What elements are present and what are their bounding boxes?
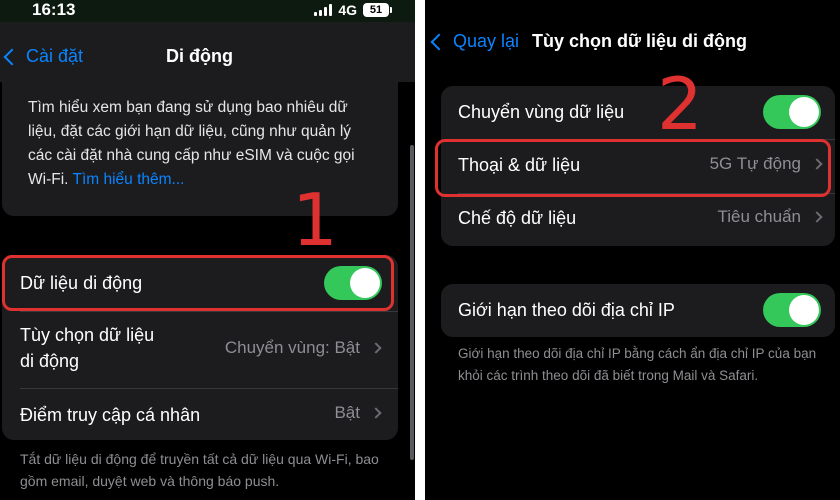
data-options-value-text: Chuyển vùng: Bật — [224, 338, 360, 357]
data-options-label-2: di động — [20, 351, 80, 371]
status-time: 16:13 — [32, 0, 76, 19]
data-mode-value: Tiêu chuẩn — [717, 207, 823, 227]
back-label: Quay lại — [453, 31, 520, 51]
ip-limit-footnote: Giới hạn theo dõi địa chỉ IP bằng cách ẩ… — [458, 346, 817, 383]
hotspot-value-text: Bật — [334, 403, 360, 422]
data-options-row[interactable]: Tùy chọn dữ liệu di động Chuyển vùng: Bậ… — [2, 312, 398, 388]
chevron-right-icon — [811, 211, 823, 223]
annotation-highlight — [2, 255, 394, 311]
back-button[interactable]: Quay lại — [430, 31, 520, 52]
toggle-knob — [789, 295, 819, 325]
back-button[interactable]: Cài đặt — [3, 46, 84, 67]
hotspot-row[interactable]: Điểm truy cập cá nhân Bật — [2, 389, 398, 440]
scroll-indicator — [410, 145, 414, 460]
status-indicators: 4G 51 — [314, 2, 392, 18]
left-screenshot: 16:13 4G 51 Cài đặt Di động Tìm hiểu xem… — [0, 0, 415, 500]
page-title: Di động — [166, 46, 233, 66]
chevron-left-icon — [430, 33, 448, 50]
network-type: 4G — [338, 2, 357, 18]
data-options-label-1: Tùy chọn dữ liệu — [20, 325, 155, 345]
annotation-number: 2 — [657, 62, 703, 146]
status-bar: 16:13 4G 51 — [0, 0, 415, 22]
ip-limit-row[interactable]: Giới hạn theo dõi địa chỉ IP — [441, 284, 835, 337]
ip-limit-label: Giới hạn theo dõi địa chỉ IP — [458, 300, 675, 320]
ip-limit-toggle[interactable] — [763, 293, 821, 327]
chevron-right-icon — [370, 342, 382, 354]
nav-bar: Cài đặt Di động — [0, 22, 415, 82]
hotspot-label: Điểm truy cập cá nhân — [20, 405, 201, 425]
back-label: Cài đặt — [26, 46, 84, 66]
info-card: Tìm hiểu xem bạn đang sử dụng bao nhiêu … — [2, 82, 398, 216]
roaming-toggle[interactable] — [763, 95, 821, 129]
hotspot-value: Bật — [334, 403, 382, 423]
cellular-footnote: Tắt dữ liệu di động để truyền tất cả dữ … — [20, 451, 379, 489]
chevron-left-icon — [3, 48, 21, 65]
annotation-number: 1 — [292, 178, 338, 262]
nav-bar: Quay lại Tùy chọn dữ liệu di động — [425, 0, 840, 80]
toggle-knob — [789, 97, 819, 127]
right-screenshot: Quay lại Tùy chọn dữ liệu di động Chuyển… — [425, 0, 840, 500]
chevron-right-icon — [370, 407, 382, 419]
annotation-highlight — [435, 139, 831, 197]
data-mode-value-text: Tiêu chuẩn — [717, 207, 801, 226]
learn-more-link[interactable]: Tìm hiểu thêm... — [72, 171, 184, 188]
roaming-label: Chuyển vùng dữ liệu — [458, 102, 625, 122]
battery-icon: 51 — [363, 3, 392, 17]
data-options-value: Chuyển vùng: Bật — [224, 338, 382, 358]
data-mode-label: Chế độ dữ liệu — [458, 208, 577, 228]
page-title: Tùy chọn dữ liệu di động — [532, 31, 748, 51]
data-mode-row[interactable]: Chế độ dữ liệu Tiêu chuẩn — [441, 194, 835, 246]
ip-limit-group: Giới hạn theo dõi địa chỉ IP — [441, 284, 835, 337]
signal-icon — [314, 4, 333, 16]
roaming-row[interactable]: Chuyển vùng dữ liệu — [441, 86, 835, 139]
